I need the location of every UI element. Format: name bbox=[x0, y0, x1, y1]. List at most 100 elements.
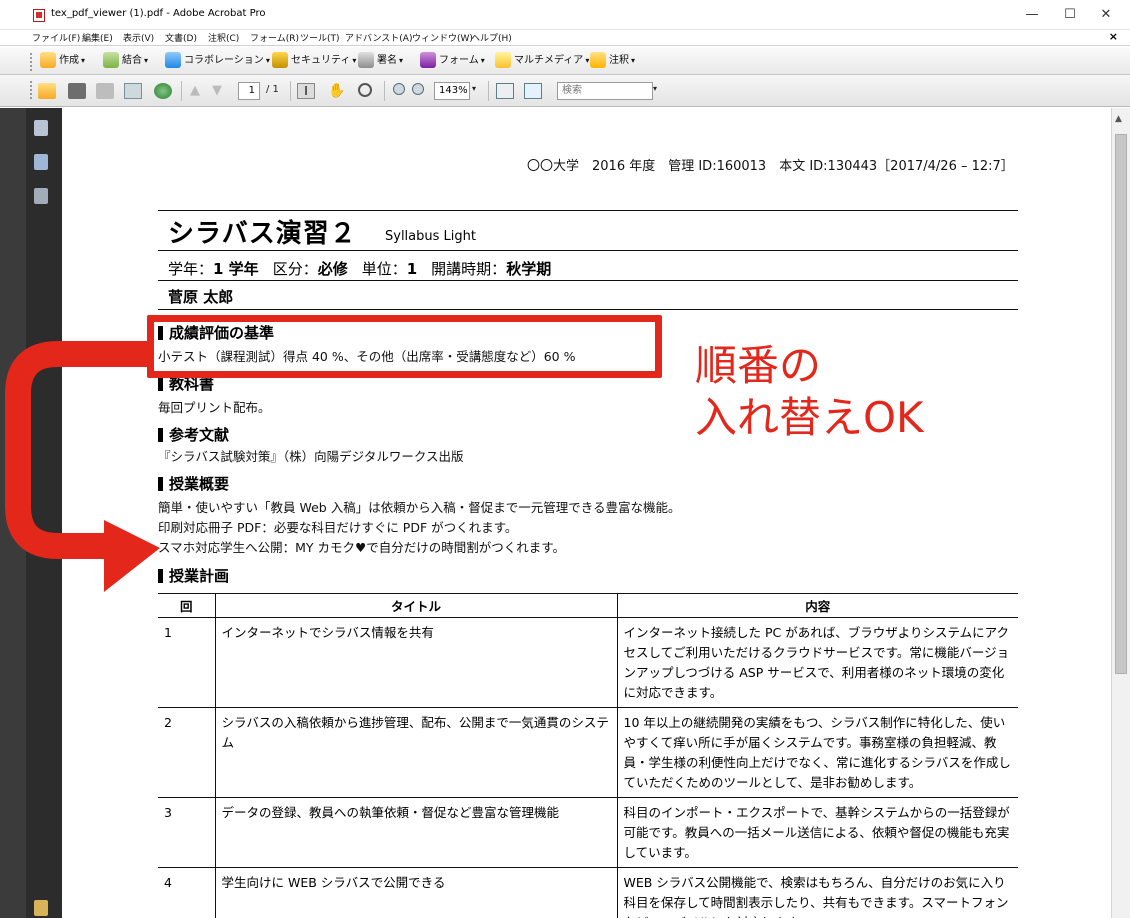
row-title: 学生向けに WEB シラバスで公開できる bbox=[214, 867, 617, 918]
pages-panel-icon[interactable] bbox=[34, 120, 48, 136]
menu-comments[interactable]: 注釈(C) bbox=[208, 31, 239, 44]
sign-button[interactable]: 署名 ▾ bbox=[358, 52, 403, 70]
row-content: 10 年以上の継続開発の実績をもつ、シラバス制作に特化した、使いやすくて痒い所に… bbox=[616, 707, 1018, 798]
document-header-meta: 〇〇大学 2016 年度 管理 ID:160013 本文 ID:130443［2… bbox=[527, 159, 1014, 174]
title-bottom-rule bbox=[158, 250, 1018, 251]
references-body: 『シラバス試験対策』（株）向陽デジタルワークス出版 bbox=[158, 449, 464, 464]
menu-file[interactable]: ファイル(F) bbox=[32, 31, 80, 44]
annotation-line-1: 順番の bbox=[695, 341, 822, 390]
pen-icon bbox=[358, 52, 374, 68]
close-document-button[interactable]: × bbox=[1109, 30, 1118, 43]
row-title: シラバスの入稿依頼から進捗管理、配布、公開まで一気通貫のシステム bbox=[214, 707, 617, 798]
page-number-input[interactable]: 1 bbox=[238, 82, 260, 100]
multimedia-button[interactable]: マルチメディア ▾ bbox=[495, 52, 589, 70]
open-folder-icon[interactable] bbox=[38, 83, 56, 99]
row-content: WEB シラバス公開機能で、検索はもちろん、自分だけのお気に入り科目を保存して時… bbox=[616, 867, 1018, 918]
acrobat-pdf-icon bbox=[33, 9, 45, 22]
comment-icon bbox=[590, 52, 606, 68]
previous-page-icon[interactable]: ▲ bbox=[190, 83, 208, 99]
reorder-arrow-icon bbox=[5, 341, 160, 592]
scroll-thumb[interactable] bbox=[1115, 134, 1127, 674]
form-icon bbox=[420, 52, 436, 68]
menu-view[interactable]: 表示(V) bbox=[123, 31, 154, 44]
hand-tool-icon[interactable]: ✋ bbox=[328, 83, 346, 99]
select-text-cursor-icon[interactable]: I bbox=[297, 83, 315, 99]
email-icon[interactable] bbox=[124, 83, 142, 99]
row-content: インターネット接続した PC があれば、ブラウザよりシステムにアクセスしてご利用… bbox=[616, 617, 1018, 708]
toolbar-grip[interactable] bbox=[30, 53, 33, 71]
reorder-annotation: 順番の 入れ替えOK bbox=[695, 340, 924, 444]
search-input[interactable]: 検索 bbox=[557, 82, 653, 100]
forms-button[interactable]: フォーム ▾ bbox=[420, 52, 485, 70]
column-header-title: タイトル bbox=[214, 593, 617, 618]
lesson-plan-table: 回 タイトル 内容 1 インターネットでシラバス情報を共有 インターネット接続し… bbox=[158, 593, 1018, 918]
meta-rule bbox=[158, 280, 1018, 281]
toolbar-grip[interactable] bbox=[30, 81, 33, 99]
menu-help[interactable]: ヘルプ(H) bbox=[471, 31, 512, 44]
row-number: 3 bbox=[158, 797, 215, 868]
comments-panel-icon[interactable] bbox=[34, 900, 48, 916]
column-header-content: 内容 bbox=[616, 593, 1018, 618]
comment-button[interactable]: 注釈 ▾ bbox=[590, 52, 635, 70]
menu-forms[interactable]: フォーム(R) bbox=[250, 31, 299, 44]
annotation-line-2: 入れ替えOK bbox=[695, 393, 924, 442]
overview-line-2: 印刷対応冊子 PDF：必要な科目だけすぐに PDF がつくれます。 bbox=[158, 520, 518, 535]
minimize-button[interactable]: — bbox=[1018, 6, 1046, 24]
table-row: 1 インターネットでシラバス情報を共有 インターネット接続した PC があれば、… bbox=[158, 617, 1018, 708]
create-button[interactable]: 作成 ▾ bbox=[40, 52, 85, 70]
vertical-scrollbar[interactable]: ▲ bbox=[1111, 108, 1130, 918]
combine-files-icon bbox=[103, 52, 119, 68]
overview-line-1: 簡単・使いやすい「教員 Web 入稿」は依頼から入稿・督促まで一元管理できる豊富… bbox=[158, 500, 681, 515]
next-page-icon[interactable]: ▼ bbox=[212, 83, 230, 99]
lock-icon bbox=[272, 52, 288, 68]
window-title: tex_pdf_viewer (1).pdf - Adobe Acrobat P… bbox=[51, 8, 266, 19]
menu-advanced[interactable]: アドバンスト(A) bbox=[345, 31, 412, 44]
zoom-tool-icon[interactable] bbox=[358, 83, 372, 97]
signatures-panel-icon[interactable] bbox=[34, 188, 48, 204]
fit-width-icon[interactable] bbox=[524, 83, 542, 99]
menu-edit[interactable]: 編集(E) bbox=[82, 31, 113, 44]
web-capture-icon[interactable] bbox=[154, 83, 172, 99]
scroll-up-chevron-icon[interactable]: ▲ bbox=[1115, 114, 1122, 124]
title-top-rule bbox=[158, 210, 1018, 211]
menu-window[interactable]: ウィンドウ(W) bbox=[412, 31, 473, 44]
collaboration-icon bbox=[165, 52, 181, 68]
navigation-toolbar: ▲ ▼ 1 / 1 I ✋ 143% ▾ 検索 ▾ bbox=[0, 75, 1130, 107]
bookmarks-panel-icon[interactable] bbox=[34, 154, 48, 170]
overview-line-3: スマホ対応学生へ公開：MY カモク♥で自分だけの時間割がつくれます。 bbox=[158, 540, 565, 555]
row-title: インターネットでシラバス情報を共有 bbox=[214, 617, 617, 708]
task-toolbar: 作成 ▾ 結合 ▾ コラボレーション ▾ セキュリティ ▾ 署名 ▾ フォーム ▾ マルチメ… bbox=[0, 47, 1130, 75]
close-window-button[interactable]: ✕ bbox=[1092, 6, 1120, 24]
row-content: 科目のインポート・エクスポートで、基幹システムからの一括登録が可能です。教員への… bbox=[616, 797, 1018, 868]
security-button[interactable]: セキュリティ ▾ bbox=[272, 52, 356, 70]
row-number: 2 bbox=[158, 707, 215, 798]
table-row: 2 シラバスの入稿依頼から進捗管理、配布、公開まで一気通貫のシステム 10 年以… bbox=[158, 707, 1018, 798]
course-meta: 学年：1 学年 区分：必修 単位：1 開講時期：秋学期 bbox=[168, 260, 552, 278]
author-rule bbox=[158, 309, 1018, 310]
table-header-row: 回 タイトル 内容 bbox=[158, 593, 1018, 618]
print-icon[interactable] bbox=[68, 83, 86, 99]
page-total: / 1 bbox=[266, 84, 279, 95]
grading-highlight-box bbox=[147, 315, 662, 378]
syllabus-subtitle: Syllabus Light bbox=[385, 229, 476, 244]
collaboration-button[interactable]: コラボレーション ▾ bbox=[165, 52, 270, 70]
maximize-button[interactable]: ☐ bbox=[1056, 6, 1084, 24]
search-dropdown-chevron-down-icon[interactable]: ▾ bbox=[653, 84, 657, 93]
zoom-out-icon[interactable] bbox=[393, 83, 405, 95]
multimedia-icon bbox=[495, 52, 511, 68]
combine-button[interactable]: 結合 ▾ bbox=[103, 52, 148, 70]
row-title: データの登録、教員への執筆依頼・督促など豊富な管理機能 bbox=[214, 797, 617, 868]
save-icon[interactable] bbox=[96, 83, 114, 99]
zoom-dropdown-chevron-down-icon[interactable]: ▾ bbox=[472, 84, 476, 93]
menu-document[interactable]: 文書(D) bbox=[165, 31, 197, 44]
table-row: 3 データの登録、教員への執筆依頼・督促など豊富な管理機能 科目のインポート・エ… bbox=[158, 797, 1018, 868]
window-titlebar: tex_pdf_viewer (1).pdf - Adobe Acrobat P… bbox=[0, 0, 1130, 30]
instructor-name: 菅原 太郎 bbox=[168, 288, 234, 306]
table-row: 4 学生向けに WEB シラバスで公開できる WEB シラバス公開機能で、検索は… bbox=[158, 867, 1018, 918]
menu-tools[interactable]: ツール(T) bbox=[300, 31, 340, 44]
zoom-level-input[interactable]: 143% bbox=[434, 82, 470, 100]
fit-page-icon[interactable] bbox=[496, 83, 514, 99]
zoom-in-icon[interactable] bbox=[412, 83, 424, 95]
menu-bar: ファイル(F) 編集(E) 表示(V) 文書(D) 注釈(C) フォーム(R) … bbox=[0, 30, 1130, 46]
row-number: 1 bbox=[158, 617, 215, 708]
